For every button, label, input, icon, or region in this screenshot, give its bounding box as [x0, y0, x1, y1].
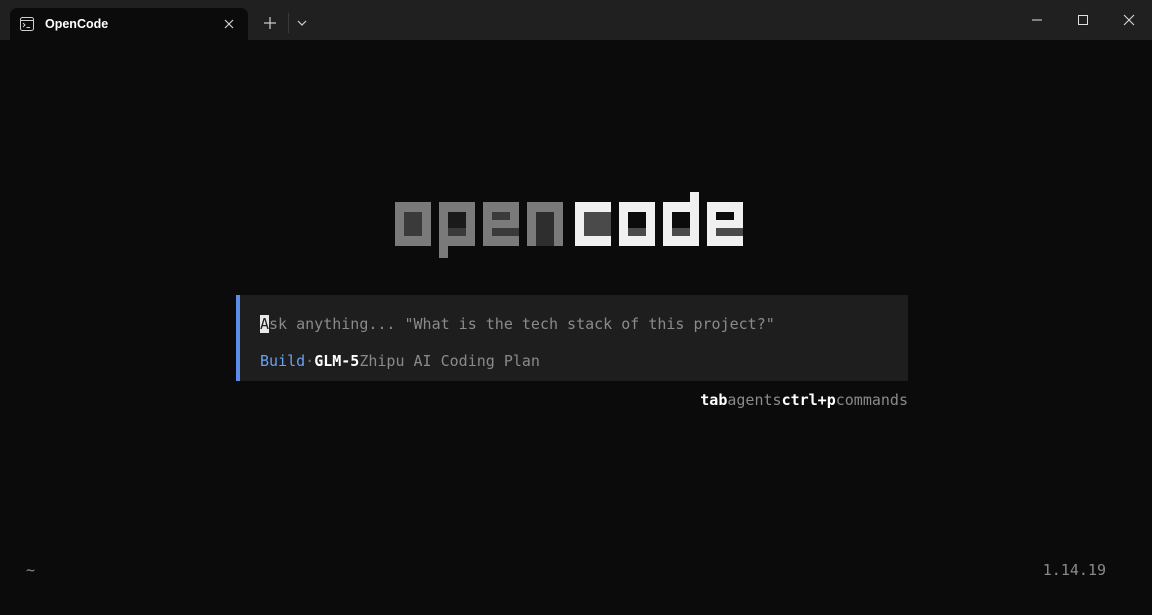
- logo-letter-c: [575, 202, 611, 246]
- logo-letter-p: [439, 202, 475, 258]
- title-bar: OpenCode: [0, 0, 1152, 40]
- opencode-logo: [395, 192, 747, 258]
- prompt-input-box[interactable]: Ask anything... "What is the tech stack …: [236, 295, 908, 381]
- hint-label-commands: commands: [835, 391, 908, 409]
- prompt-input[interactable]: Ask anything... "What is the tech stack …: [260, 314, 775, 334]
- tab-title: OpenCode: [45, 17, 109, 31]
- keyboard-hints: tab agents ctrl+p commands: [700, 390, 908, 410]
- provider-label: Zhipu AI Coding Plan: [359, 352, 540, 370]
- hint-label-agents: agents: [727, 391, 782, 409]
- tab-opencode[interactable]: OpenCode: [10, 8, 248, 40]
- text-cursor: A: [260, 315, 270, 333]
- agent-selector[interactable]: Build: [260, 352, 305, 370]
- minimize-icon[interactable]: [1014, 0, 1060, 40]
- tab-divider: [288, 13, 289, 33]
- separator-dot: ·: [305, 352, 315, 370]
- logo-letter-o: [395, 202, 431, 246]
- prompt-placeholder: sk anything... "What is the tech stack o…: [269, 315, 775, 333]
- working-directory: ~: [26, 561, 36, 579]
- new-tab-plus-icon[interactable]: [262, 15, 278, 31]
- logo-letter-e2: [707, 202, 743, 246]
- hint-key-ctrl-p: ctrl+p: [781, 391, 836, 409]
- logo-letter-n: [527, 202, 563, 246]
- close-tab-icon[interactable]: [222, 17, 236, 31]
- logo-letter-e: [483, 202, 519, 246]
- hint-key-tab: tab: [700, 391, 728, 409]
- close-icon[interactable]: [1106, 0, 1152, 40]
- agent-model-line: Build · GLM-5 Zhipu AI Coding Plan: [260, 351, 540, 371]
- logo-letter-o2: [619, 202, 655, 246]
- logo-letter-d: [663, 192, 699, 246]
- model-selector[interactable]: GLM-5: [314, 352, 359, 370]
- version-label: 1.14.19: [1042, 561, 1106, 579]
- terminal-icon: [20, 17, 34, 31]
- maximize-icon[interactable]: [1060, 0, 1106, 40]
- chevron-down-icon[interactable]: [296, 17, 308, 29]
